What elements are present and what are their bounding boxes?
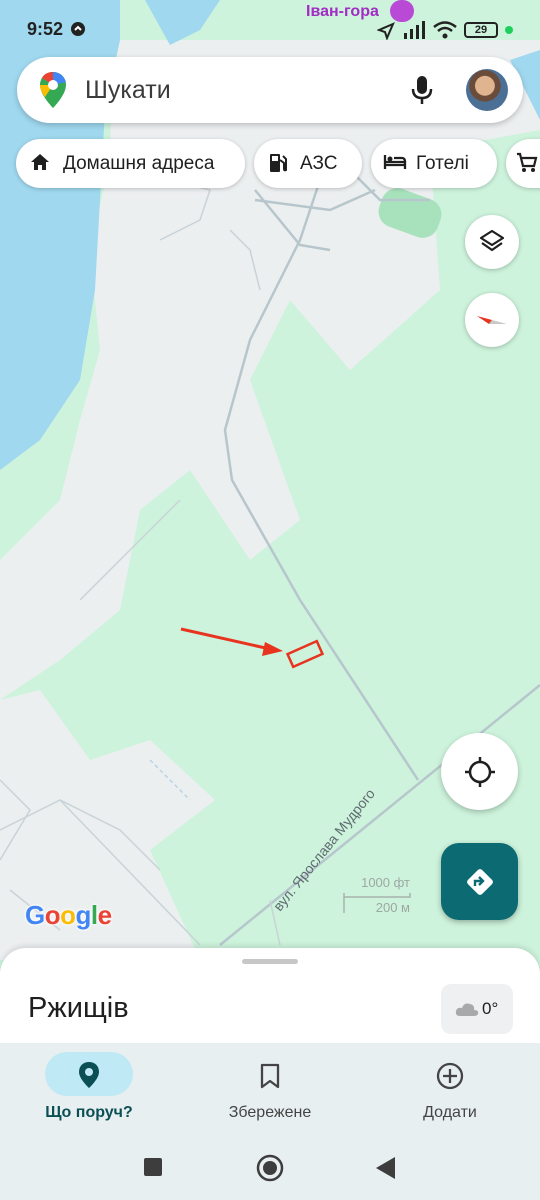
nav-contribute[interactable]: Додати xyxy=(375,1043,525,1140)
scale-metric: 200 м xyxy=(375,900,410,915)
chip-home-address-label: Домашня адреса xyxy=(63,153,215,174)
directions-icon xyxy=(467,869,493,895)
status-place-label: Іван-гора xyxy=(306,3,379,20)
directions-button[interactable] xyxy=(441,843,518,920)
shopping-cart-icon xyxy=(517,152,538,172)
crosshair-location-icon xyxy=(465,757,495,787)
status-bar: 9:52 Іван-гора 29 xyxy=(0,0,540,60)
home-icon xyxy=(31,154,49,170)
status-time: 9:52 xyxy=(27,19,64,39)
layers-button[interactable] xyxy=(465,215,519,269)
search-bar[interactable]: Шукати xyxy=(17,57,523,123)
bottom-navigation: Що поруч? Збережене Додати xyxy=(0,1043,540,1140)
navigation-arrow-icon xyxy=(377,22,395,40)
weather-chip[interactable]: 0° xyxy=(441,984,513,1034)
my-location-button[interactable] xyxy=(441,733,518,810)
microphone-icon[interactable] xyxy=(411,75,433,105)
account-avatar[interactable] xyxy=(466,69,508,111)
wifi-icon xyxy=(433,21,457,39)
back-triangle-icon[interactable] xyxy=(375,1156,397,1180)
nav-explore-label: Що поруч? xyxy=(45,1104,133,1121)
cell-signal-icon xyxy=(404,21,425,39)
cloud-icon xyxy=(455,1003,479,1016)
nav-explore[interactable]: Що поруч? xyxy=(14,1043,164,1140)
nav-saved[interactable]: Збережене xyxy=(195,1043,345,1140)
layers-icon xyxy=(479,229,505,252)
chip-home-address[interactable]: Домашня адреса xyxy=(16,139,245,188)
bookmark-icon xyxy=(260,1063,280,1089)
search-placeholder[interactable]: Шукати xyxy=(85,76,171,105)
google-attribution-logo: Google xyxy=(25,900,112,930)
weather-temperature: 0° xyxy=(482,999,499,1018)
sheet-location-title: Ржищів xyxy=(28,992,129,1024)
nav-contribute-label: Додати xyxy=(423,1104,477,1121)
nav-saved-label: Збережене xyxy=(228,1104,312,1121)
compass-button[interactable] xyxy=(465,293,519,347)
location-pin-icon xyxy=(79,1062,99,1088)
hotel-bed-icon xyxy=(383,155,407,169)
chip-hotels-label: Готелі xyxy=(416,153,469,174)
scale-imperial: 1000 фт xyxy=(361,875,410,890)
camera-pin-icon xyxy=(390,0,414,22)
system-navigation-bar xyxy=(0,1140,540,1200)
whatsapp-notification-icon xyxy=(71,22,85,36)
battery-indicator: 29 xyxy=(464,22,498,38)
google-maps-logo-icon xyxy=(40,72,66,108)
bottom-sheet[interactable]: Ржищів 0° xyxy=(0,948,540,1048)
map-scale: 1000 фт 200 м xyxy=(340,873,412,919)
compass-icon xyxy=(477,316,507,324)
privacy-dot xyxy=(505,26,513,34)
chip-hotels[interactable]: Готелі xyxy=(371,139,497,188)
chip-gas-stations-label: АЗС xyxy=(300,153,338,174)
home-circle-icon[interactable] xyxy=(256,1154,284,1182)
add-circle-icon xyxy=(436,1062,464,1090)
recents-square-icon[interactable] xyxy=(143,1157,163,1177)
gas-station-icon xyxy=(270,154,287,172)
chip-gas-stations[interactable]: АЗС xyxy=(254,139,362,188)
sheet-drag-handle[interactable] xyxy=(242,959,298,964)
